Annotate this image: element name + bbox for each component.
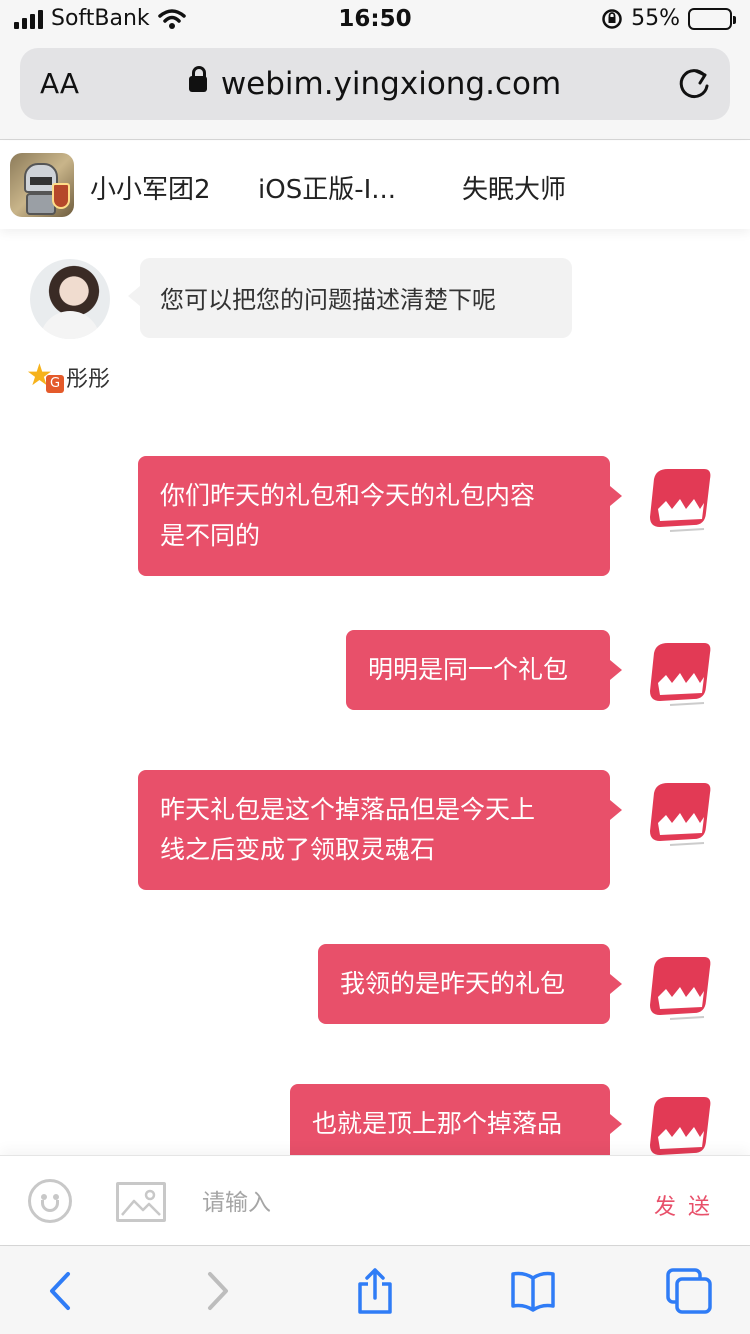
game-header: 小小军团2 iOS正版-I... 失眠大师 — [0, 141, 750, 229]
outgoing-message: 昨天礼包是这个掉落品但是今天上 线之后变成了领取灵魂石 — [138, 770, 622, 890]
browser-address-area: AA webim.yingxiong.com — [0, 40, 750, 140]
user-avatar-logo-icon — [650, 1097, 711, 1155]
user-avatar-logo-icon — [650, 643, 711, 706]
url-text: webim.yingxiong.com — [220, 66, 562, 102]
agent-name-row: ★ G 彤彤 — [26, 361, 110, 393]
message-line: 你们昨天的礼包和今天的礼包内容 — [160, 481, 536, 510]
status-right: 55% — [601, 6, 736, 31]
message-line: 明明是同一个礼包 — [368, 655, 569, 684]
message-line: 也就是顶上那个掉落品 — [312, 1109, 563, 1138]
lock-icon — [188, 66, 207, 92]
agent-avatar — [30, 259, 110, 339]
status-bar: SoftBank 16:50 55% — [0, 0, 750, 40]
orientation-lock-icon — [602, 8, 622, 29]
chat-area[interactable]: 您可以把您的问题描述清楚下呢 ★ G 彤彤 你们昨天的礼包和今天的礼包内容 是不同… — [0, 229, 750, 1155]
tabs-icon[interactable] — [666, 1268, 712, 1314]
share-icon[interactable] — [352, 1268, 398, 1314]
url-field[interactable]: webim.yingxiong.com — [20, 66, 730, 102]
tab-game-1[interactable]: 小小军团2 — [90, 169, 211, 206]
game-icon[interactable] — [10, 153, 74, 217]
agent-message-bubble: 您可以把您的问题描述清楚下呢 — [128, 258, 572, 338]
reload-icon[interactable] — [674, 64, 714, 104]
message-line: 线之后变成了领取灵魂石 — [160, 835, 436, 864]
user-avatar-logo-icon — [650, 957, 711, 1020]
message-line: 昨天礼包是这个掉落品但是今天上 — [160, 795, 536, 824]
outgoing-message: 明明是同一个礼包 — [346, 630, 622, 710]
message-composer: 发送 — [0, 1155, 750, 1245]
message-input[interactable] — [202, 1186, 602, 1220]
user-avatar-logo-icon — [650, 783, 711, 846]
emoji-icon[interactable] — [28, 1179, 72, 1223]
outgoing-message: 你们昨天的礼包和今天的礼包内容 是不同的 — [138, 456, 622, 576]
back-icon[interactable] — [38, 1268, 84, 1314]
agent-level-badge-icon: ★ G — [26, 361, 64, 393]
message-line: 我领的是昨天的礼包 — [340, 969, 566, 998]
image-icon[interactable] — [116, 1182, 166, 1222]
forward-icon[interactable] — [194, 1268, 240, 1314]
battery-percent: 55% — [631, 6, 680, 31]
battery-icon — [688, 7, 736, 30]
user-avatar-logo-icon — [650, 469, 711, 532]
send-button[interactable]: 发送 — [654, 1189, 722, 1221]
tab-game-2[interactable]: iOS正版-I... — [258, 169, 396, 206]
outgoing-message: 我领的是昨天的礼包 — [318, 944, 622, 1024]
outgoing-message: 也就是顶上那个掉落品 — [290, 1084, 622, 1155]
message-line: 是不同的 — [160, 521, 261, 550]
tab-game-3[interactable]: 失眠大师 — [462, 169, 566, 206]
agent-name: 彤彤 — [66, 367, 111, 392]
bookmarks-icon[interactable] — [510, 1268, 556, 1314]
address-bar[interactable]: AA webim.yingxiong.com — [20, 48, 730, 120]
browser-toolbar — [0, 1245, 750, 1334]
